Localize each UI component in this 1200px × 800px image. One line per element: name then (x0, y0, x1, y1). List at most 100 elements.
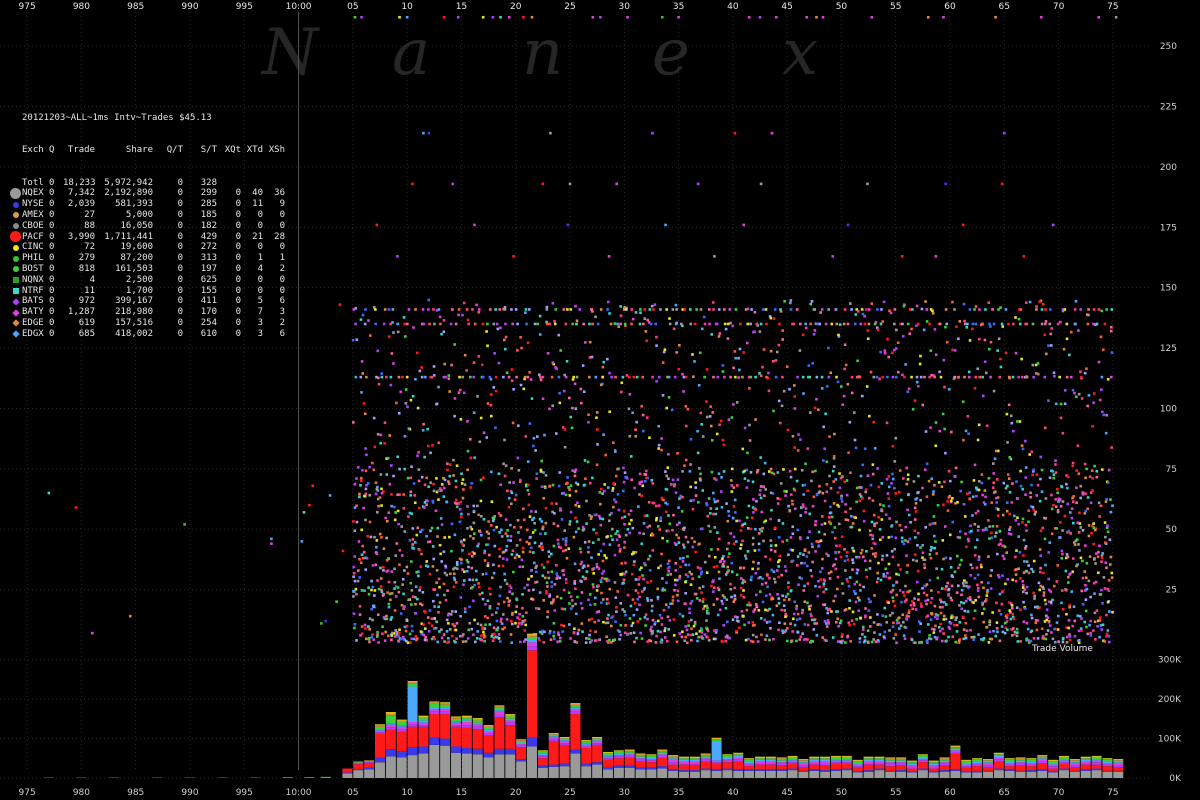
trade-point (815, 622, 818, 625)
trade-point (545, 322, 549, 326)
trade-point (529, 569, 533, 572)
trade-point (836, 617, 840, 621)
trade-point (1040, 322, 1044, 326)
trade-point (668, 619, 672, 622)
trade-point (919, 622, 923, 625)
trade-point (510, 641, 513, 645)
trade-point (457, 313, 460, 317)
trade-point (858, 486, 862, 489)
trade-point (976, 583, 979, 587)
volume-bar-segment (440, 707, 451, 710)
trade-point (925, 583, 929, 586)
volume-bar-segment (657, 751, 668, 753)
volume-bar-segment (385, 715, 396, 724)
volume-bar-segment (1059, 770, 1069, 778)
trade-point (1021, 586, 1025, 589)
col-header-exch: Exch (22, 145, 44, 156)
trade-point (837, 522, 841, 526)
trade-point (992, 472, 996, 475)
trade-point (532, 588, 535, 592)
trade-point (547, 550, 551, 553)
trade-point (867, 322, 871, 326)
volume-bar-segment (570, 705, 581, 708)
trade-point (890, 549, 894, 553)
trade-point (1065, 635, 1069, 639)
volume-bar-segment (1026, 761, 1037, 764)
trade-point (972, 601, 975, 604)
volume-bar-segment (418, 715, 429, 717)
trade-point (1003, 545, 1007, 549)
trade-point (819, 578, 822, 581)
trade-point (498, 640, 502, 643)
trade-point (466, 420, 469, 423)
volume-bar-segment (939, 759, 950, 761)
stats-cell-xtd: 40 (252, 188, 263, 199)
trade-point (128, 614, 132, 618)
trade-point (626, 593, 630, 597)
trade-point (403, 569, 406, 572)
trade-point (1060, 549, 1064, 553)
trade-point (553, 322, 557, 326)
trade-point (742, 596, 746, 599)
trade-point (814, 469, 817, 473)
volume-bar-segment (1026, 764, 1037, 767)
trade-point (635, 420, 638, 424)
trade-point (389, 598, 392, 602)
exchange-stats-table: 20121203~ALL~1ms Intv~Trades $45.13 Exch… (9, 91, 285, 350)
trade-point (427, 621, 431, 625)
price-tick-label: 150 (1160, 284, 1177, 294)
trade-point (395, 401, 398, 405)
trade-point (722, 554, 725, 558)
trade-point (533, 322, 537, 326)
trade-point (559, 349, 562, 352)
stats-cell-trade: 18,233 (63, 177, 96, 188)
volume-bar-segment (1026, 770, 1037, 772)
trade-point (777, 575, 780, 579)
trade-point (577, 628, 581, 632)
trade-point (537, 607, 541, 611)
trade-point (405, 15, 409, 19)
trade-point (606, 300, 610, 304)
trade-point (1001, 554, 1005, 558)
volume-bar-segment (407, 747, 418, 756)
volume-bar-segment (689, 756, 700, 758)
trade-point (870, 520, 874, 524)
trade-point (476, 504, 479, 508)
trade-point (707, 524, 711, 528)
trade-point (689, 322, 693, 326)
trade-point (428, 609, 432, 612)
trade-point (540, 546, 544, 550)
trade-point (774, 580, 777, 584)
volume-bar-segment (928, 762, 939, 764)
trade-point (1010, 606, 1014, 610)
trade-point (958, 536, 962, 539)
trade-point (758, 528, 762, 531)
trade-point (1100, 556, 1104, 559)
trade-point (396, 455, 399, 459)
trade-point (681, 614, 685, 618)
trade-point (393, 580, 397, 584)
trade-point (841, 403, 845, 407)
trade-point (830, 610, 833, 613)
volume-bar-segment (396, 725, 407, 727)
trade-point (739, 566, 742, 570)
trade-point (917, 598, 920, 601)
trade-point (846, 382, 850, 386)
volume-bar-segment (689, 757, 700, 759)
trade-point (632, 563, 636, 567)
trade-point (901, 322, 904, 326)
trade-point (1008, 375, 1011, 379)
trade-point (1035, 494, 1038, 497)
volume-bar-segment (820, 761, 831, 764)
trade-point (665, 308, 669, 311)
trade-point (803, 561, 806, 565)
trade-point (791, 503, 794, 506)
trade-point (791, 630, 794, 633)
trade-point (499, 15, 502, 19)
trade-point (361, 313, 365, 317)
volume-bar-segment (1091, 762, 1102, 765)
trade-point (358, 613, 362, 616)
trade-point (914, 608, 918, 611)
trade-point (448, 474, 452, 478)
trade-point (754, 508, 758, 511)
